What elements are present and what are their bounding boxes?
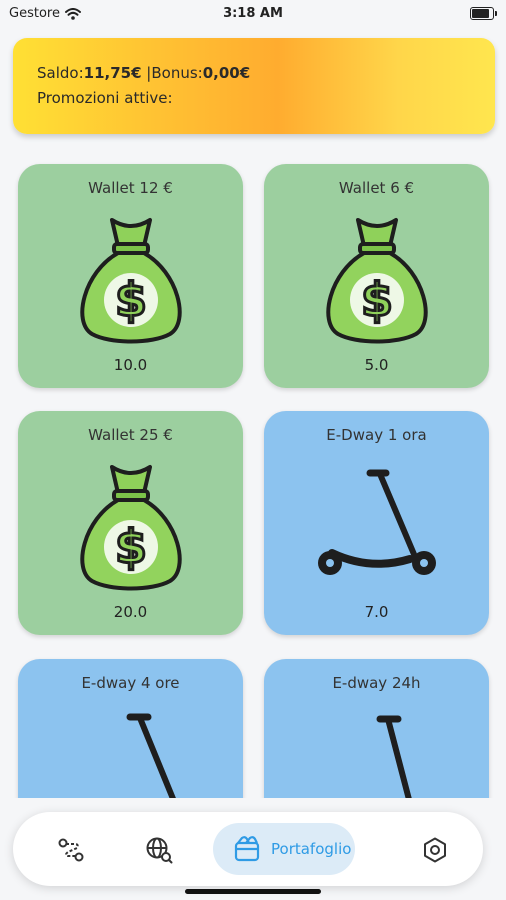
scooter-icon	[318, 469, 436, 575]
money-bag-icon: $	[80, 218, 182, 344]
scooter-icon	[376, 715, 412, 798]
product-title: Wallet 6 €	[338, 179, 415, 197]
product-price: 20.0	[113, 603, 148, 621]
money-bag-icon: $	[326, 218, 428, 344]
product-card-wallet-25[interactable]: Wallet 25 € $ 20.0	[18, 411, 243, 635]
product-card-edway-1-ora[interactable]: E-Dway 1 ora 7.0	[264, 411, 489, 635]
product-title: Wallet 12 €	[88, 179, 173, 197]
product-price: 7.0	[364, 603, 389, 621]
scooter-icon	[126, 713, 176, 798]
svg-text:$: $	[115, 520, 147, 574]
nav-item-portafoglio[interactable]: Portafoglio	[213, 823, 355, 875]
product-title: E-dway 24h	[332, 674, 421, 692]
money-bag-icon: $	[80, 465, 182, 591]
svg-text:$: $	[361, 273, 393, 327]
svg-text:$: $	[115, 273, 147, 327]
product-card-edway-24h[interactable]: E-dway 24h	[264, 659, 489, 798]
product-card-wallet-12[interactable]: Wallet 12 € $ 10.0	[18, 164, 243, 388]
product-price: 5.0	[364, 356, 389, 374]
product-card-wallet-6[interactable]: Wallet 6 € $ 5.0	[264, 164, 489, 388]
home-indicator	[185, 889, 321, 894]
nav-label-portafoglio: Portafoglio	[271, 840, 352, 858]
product-title: E-dway 4 ore	[81, 674, 180, 692]
product-title: Wallet 25 €	[88, 426, 173, 444]
route-icon[interactable]	[57, 836, 85, 864]
product-price: 10.0	[113, 356, 148, 374]
wallet-icon	[234, 836, 260, 862]
settings-icon[interactable]	[421, 836, 449, 864]
globe-search-icon[interactable]	[145, 836, 173, 864]
bottom-navigation: Portafoglio	[13, 812, 483, 886]
product-title: E-Dway 1 ora	[326, 426, 427, 444]
product-grid: Wallet 12 € $ 10.0 Wallet 6 € $ 5.0 Wall…	[0, 0, 506, 798]
product-card-edway-4-ore[interactable]: E-dway 4 ore	[18, 659, 243, 798]
